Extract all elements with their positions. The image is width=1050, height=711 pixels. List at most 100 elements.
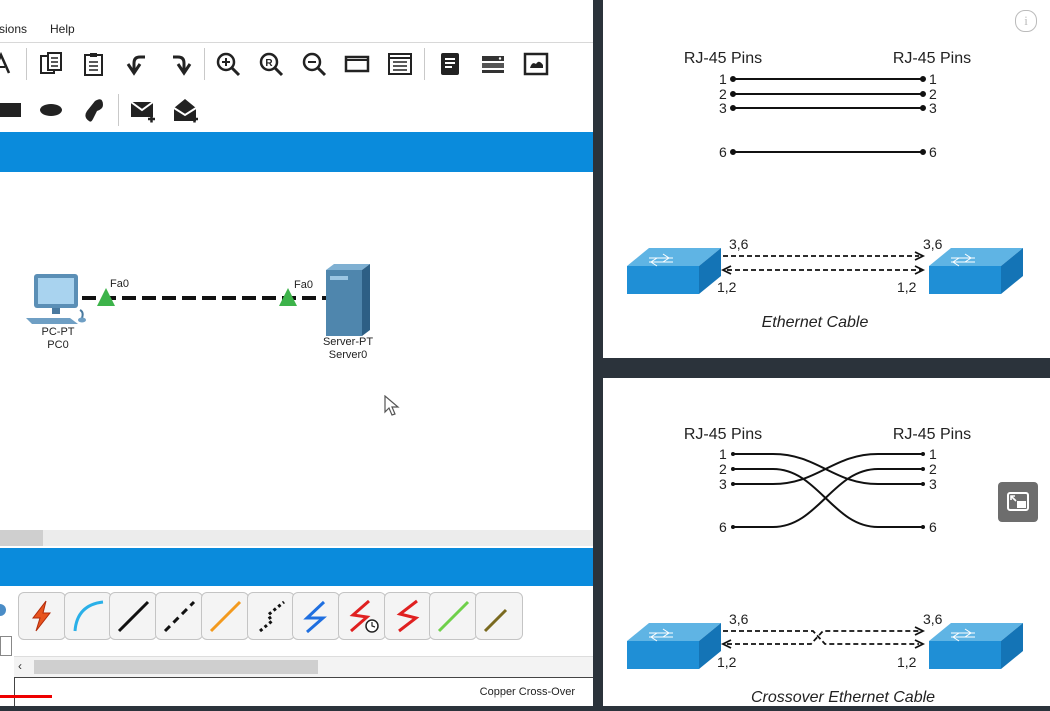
panel-divider bbox=[593, 0, 603, 706]
toolbar-separator bbox=[424, 48, 425, 80]
category-icon[interactable] bbox=[0, 604, 6, 616]
crossover-panel: RJ-45 Pins RJ-45 Pins 1 2 3 6 1 2 3 6 3,… bbox=[603, 378, 1050, 706]
pc-type-label: PC-PT bbox=[41, 326, 75, 338]
pc-device-icon[interactable] bbox=[24, 272, 88, 328]
scrollbar-thumb[interactable] bbox=[0, 530, 43, 546]
crossover-pin-numbers: 1 2 3 6 1 2 3 6 bbox=[719, 446, 937, 535]
video-progress-bar[interactable] bbox=[0, 695, 593, 698]
left-tx-label: 3,6 bbox=[729, 236, 749, 252]
phone-cable-button[interactable] bbox=[246, 592, 295, 640]
drawing-palette-icon[interactable] bbox=[343, 50, 371, 78]
simple-pdu-icon[interactable] bbox=[129, 96, 157, 124]
undo-icon[interactable] bbox=[124, 50, 152, 78]
device-list-scrollbar[interactable]: ‹ bbox=[14, 656, 593, 677]
cable-type-status-box: Copper Cross-Over bbox=[14, 677, 593, 706]
pc-port-label: Fa0 bbox=[110, 278, 129, 290]
topology-links bbox=[82, 288, 326, 306]
pin-left-3: 3 bbox=[719, 100, 727, 116]
coaxial-cable-button[interactable] bbox=[292, 592, 341, 640]
right-tx-label: 3,6 bbox=[923, 236, 943, 252]
toolbar-separator bbox=[204, 48, 205, 80]
crossover-switch-labels: 3,6 3,6 1,2 1,2 bbox=[717, 611, 943, 670]
copy-icon[interactable] bbox=[37, 50, 65, 78]
pin-right-2: 2 bbox=[929, 461, 937, 477]
zoom-reset-icon[interactable]: R bbox=[257, 50, 285, 78]
iot-custom-cable-button[interactable] bbox=[475, 592, 523, 640]
serial-dce-icon bbox=[349, 599, 379, 633]
straight-pin-numbers: 1 2 3 6 1 2 3 6 bbox=[719, 71, 937, 160]
crossover-wire-ends bbox=[731, 452, 925, 529]
copper-straight-through-button[interactable] bbox=[109, 592, 158, 640]
menu-help[interactable]: Help bbox=[50, 22, 75, 36]
phone-cable-icon bbox=[258, 600, 285, 633]
left-switch-icon bbox=[627, 623, 721, 669]
fiber-cable-button[interactable] bbox=[200, 592, 249, 640]
custom-device-icon[interactable] bbox=[386, 50, 414, 78]
redo-icon[interactable] bbox=[166, 50, 194, 78]
zoom-out-icon[interactable] bbox=[300, 50, 328, 78]
logical-workspace[interactable]: PC-PT PC0 Fa0 Server-PT Server0 Fa0 bbox=[0, 172, 593, 530]
scrollbar-thumb[interactable] bbox=[34, 660, 318, 674]
cable-diagrams: RJ-45 Pins RJ-45 Pins 1 2 3 6 1 2 3 6 3,… bbox=[603, 0, 1050, 706]
server-type-label: Server-PT bbox=[322, 336, 374, 348]
pin-right-3: 3 bbox=[929, 476, 937, 492]
ellipse-icon[interactable] bbox=[37, 96, 65, 124]
pc-name-label: PC0 bbox=[47, 339, 69, 351]
zoom-in-icon[interactable] bbox=[214, 50, 242, 78]
right-switch-icon bbox=[929, 248, 1023, 294]
left-tx-label: 3,6 bbox=[729, 611, 749, 627]
right-switch-icon bbox=[929, 623, 1023, 669]
octal-cable-button[interactable] bbox=[429, 592, 478, 640]
picture-in-picture-button[interactable] bbox=[998, 482, 1038, 522]
right-rx-label: 1,2 bbox=[897, 279, 917, 295]
search-field[interactable] bbox=[0, 636, 12, 656]
serial-dte-button[interactable] bbox=[383, 592, 432, 640]
scroll-left-arrow-icon[interactable]: ‹ bbox=[18, 659, 22, 673]
straight-switch-labels: 3,6 3,6 1,2 1,2 bbox=[717, 236, 943, 295]
pin-left-6: 6 bbox=[719, 519, 727, 535]
server-device-icon[interactable] bbox=[324, 262, 372, 338]
copper-cross-over-button[interactable] bbox=[155, 592, 204, 640]
workspace-tab-bar bbox=[0, 132, 593, 172]
serial-dce-button[interactable] bbox=[337, 592, 386, 640]
crossover-caption: Crossover Ethernet Cable bbox=[751, 689, 935, 706]
pin-left-2: 2 bbox=[719, 461, 727, 477]
crossover-signal-arrows bbox=[720, 626, 926, 649]
left-rx-label: 1,2 bbox=[717, 279, 737, 295]
image-icon[interactable] bbox=[522, 50, 550, 78]
straight-caption: Ethernet Cable bbox=[762, 314, 869, 331]
automatic-cable-icon bbox=[31, 600, 52, 632]
pin-left-1: 1 bbox=[719, 446, 727, 462]
workspace-horizontal-scrollbar[interactable] bbox=[0, 530, 593, 546]
console-cable-icon bbox=[73, 600, 103, 632]
menu-extensions[interactable]: sions bbox=[0, 22, 27, 36]
notes-icon[interactable] bbox=[436, 50, 464, 78]
straight-through-diagram: RJ-45 Pins RJ-45 Pins 1 2 3 6 1 2 3 6 3,… bbox=[627, 50, 1023, 331]
toolbar-separator bbox=[26, 48, 27, 80]
inspect-icon[interactable] bbox=[0, 50, 16, 78]
pin-left-3: 3 bbox=[719, 476, 727, 492]
coaxial-cable-icon bbox=[303, 600, 328, 634]
device-type-bar bbox=[0, 548, 593, 586]
pdu-list-icon[interactable] bbox=[479, 50, 507, 78]
server-port-label: Fa0 bbox=[294, 279, 313, 291]
pin-right-1: 1 bbox=[929, 71, 937, 87]
left-pins-heading: RJ-45 Pins bbox=[684, 426, 762, 443]
complex-pdu-icon[interactable] bbox=[172, 96, 200, 124]
automatic-cable-button[interactable] bbox=[18, 592, 66, 640]
rectangle-icon[interactable] bbox=[0, 96, 24, 124]
freeform-icon[interactable] bbox=[80, 96, 108, 124]
console-cable-button[interactable] bbox=[63, 592, 112, 640]
info-icon[interactable]: i bbox=[1015, 10, 1037, 32]
packet-tracer-window: sions Help R PC-PT PC0 Fa0 Server-PT Ser… bbox=[0, 0, 593, 706]
copper-straight-through-icon bbox=[118, 600, 150, 633]
iot-custom-cable-icon bbox=[483, 608, 508, 633]
menu-bar: sions Help bbox=[0, 0, 593, 43]
right-tx-label: 3,6 bbox=[923, 611, 943, 627]
paste-icon[interactable] bbox=[80, 50, 108, 78]
right-pins-heading: RJ-45 Pins bbox=[893, 426, 971, 443]
octal-cable-icon bbox=[438, 600, 470, 633]
pin-left-6: 6 bbox=[719, 144, 727, 160]
left-rx-label: 1,2 bbox=[717, 654, 737, 670]
toolbar-separator bbox=[118, 94, 119, 126]
